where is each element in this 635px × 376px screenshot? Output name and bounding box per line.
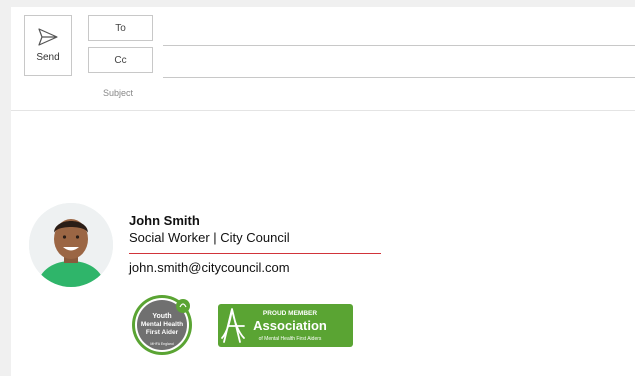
youth-badge-line2: Mental Health (141, 321, 183, 328)
avatar (29, 203, 113, 287)
send-label: Send (36, 52, 60, 63)
send-icon (38, 28, 58, 46)
association-badge-top: PROUD MEMBER (263, 310, 317, 317)
header-divider (11, 110, 635, 111)
to-button[interactable]: To (88, 15, 153, 41)
subject-input[interactable]: Subject (103, 88, 133, 98)
cc-button[interactable]: Cc (88, 47, 153, 73)
signature-title: Social Worker | City Council (129, 230, 290, 245)
youth-badge-line3: First Aider (146, 329, 179, 336)
send-button[interactable]: Send (24, 15, 72, 76)
association-badge: PROUD MEMBER Association of Mental Healt… (218, 304, 353, 347)
signature-name: John Smith (129, 213, 200, 228)
youth-mhfa-badge: Youth Mental Health First Aider MHFA Eng… (132, 295, 192, 355)
youth-badge-line1: Youth (152, 313, 171, 320)
to-input[interactable] (163, 45, 635, 46)
cc-input[interactable] (163, 77, 635, 78)
signature-email[interactable]: john.smith@citycouncil.com (129, 260, 290, 275)
compose-window: Send To Cc Subject John Smith Social Wor… (11, 7, 635, 376)
youth-badge-footer: MHFA England (150, 342, 173, 346)
association-badge-sub: of Mental Health First Aiders (259, 336, 322, 342)
association-badge-main: Association (253, 318, 327, 333)
signature-divider (129, 253, 381, 254)
